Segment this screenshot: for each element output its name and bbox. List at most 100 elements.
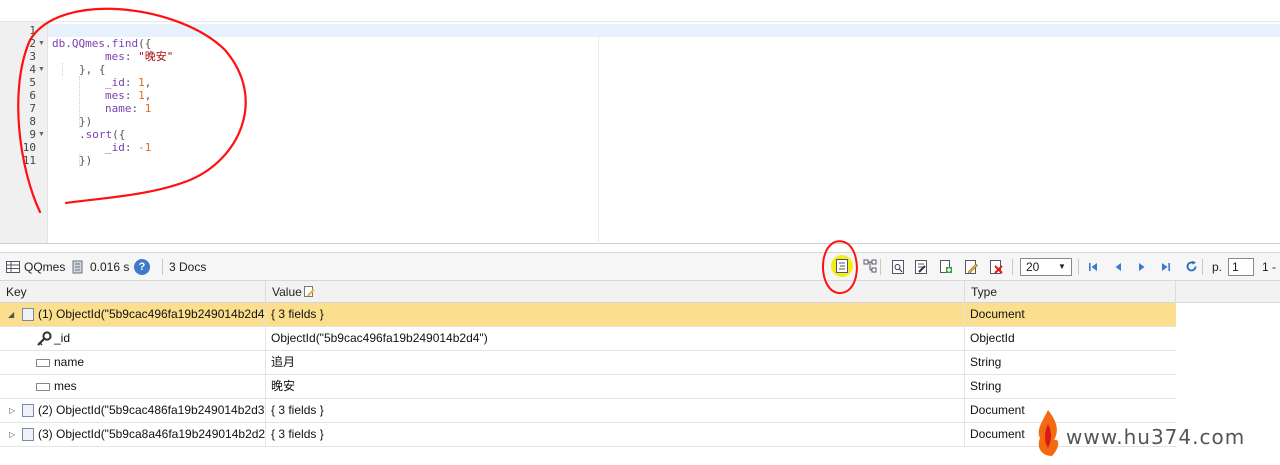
results-grid-header: Key Value Type bbox=[0, 281, 1280, 303]
row-key: (2) ObjectId("5b9cac486fa19b249014b2d3") bbox=[38, 403, 266, 417]
code-line-5: _id: 1, bbox=[105, 76, 151, 89]
key-cell: ◢ (1) ObjectId("5b9cac496fa19b249014b2d4… bbox=[0, 303, 266, 326]
code-line-10: _id: -1 bbox=[105, 141, 151, 154]
column-header-key[interactable]: Key bbox=[0, 281, 266, 303]
page-range: 1 - 3 bbox=[1262, 260, 1280, 274]
key-cell: _id bbox=[0, 327, 266, 350]
table-row[interactable]: ◢ (1) ObjectId("5b9cac496fa19b249014b2d4… bbox=[0, 303, 1176, 327]
key-cell: mes bbox=[0, 375, 266, 398]
line-number: 1 bbox=[29, 24, 36, 37]
fold-arrow-icon[interactable]: ▼ bbox=[38, 128, 45, 141]
key-cell: ▷ (3) ObjectId("5b9ca8a46fa19b249014b2d2… bbox=[0, 423, 266, 446]
code-token: . bbox=[105, 37, 112, 50]
last-page-icon[interactable] bbox=[1161, 261, 1171, 273]
line-number: 11 bbox=[22, 154, 36, 167]
toolbar-separator bbox=[1012, 259, 1013, 275]
line-number: 5 bbox=[29, 76, 36, 89]
expand-arrow-icon[interactable]: ▷ bbox=[9, 423, 15, 446]
string-field-icon bbox=[36, 359, 50, 367]
column-header-type[interactable]: Type bbox=[965, 281, 1176, 303]
first-page-icon[interactable] bbox=[1088, 261, 1098, 273]
code-line-11: }) bbox=[79, 154, 93, 167]
add-document-icon[interactable] bbox=[939, 260, 953, 274]
code-line-6: mes: 1, bbox=[105, 89, 151, 102]
code-line-4: }, { bbox=[79, 63, 106, 76]
refresh-icon[interactable] bbox=[1185, 260, 1198, 273]
code-token: ({ bbox=[138, 37, 152, 50]
active-line-highlight bbox=[48, 24, 1280, 37]
code-line-9: .sort({ bbox=[79, 128, 125, 141]
top-strip bbox=[0, 0, 1280, 22]
value-cell: ObjectId("5b9cac496fa19b249014b2d4") bbox=[266, 327, 965, 350]
line-number-gutter: 1 2 ▼ 3 4 ▼ 5 6 7 8 9 ▼ 10 11 bbox=[0, 22, 48, 243]
code-token: : bbox=[124, 76, 139, 89]
stopwatch-icon bbox=[72, 260, 83, 274]
code-line-8: }) bbox=[79, 115, 93, 128]
code-token: QQmes bbox=[71, 37, 105, 50]
column-header-value[interactable]: Value bbox=[266, 281, 965, 303]
help-icon[interactable]: ? bbox=[134, 259, 150, 275]
type-cell: Document bbox=[970, 403, 1025, 417]
query-editor[interactable]: 1 2 ▼ 3 4 ▼ 5 6 7 8 9 ▼ 10 11 db.QQmes.f… bbox=[0, 22, 1280, 244]
edit-pencil-icon[interactable] bbox=[964, 260, 978, 274]
column-header-value-label: Value bbox=[272, 285, 302, 299]
page-number-input[interactable]: 1 bbox=[1228, 258, 1254, 276]
edit-column-icon bbox=[304, 286, 315, 297]
toolbar-separator bbox=[1078, 259, 1079, 275]
line-number: 9 bbox=[29, 128, 36, 141]
code-token: mes bbox=[105, 89, 125, 102]
code-token: 1 bbox=[138, 76, 145, 89]
row-key: mes bbox=[54, 379, 77, 393]
code-token: -1 bbox=[138, 141, 152, 154]
docs-count: 3 Docs bbox=[169, 260, 207, 274]
code-line-7: name: 1 bbox=[105, 102, 151, 115]
table-row[interactable]: mes 晚安 String bbox=[0, 375, 1176, 399]
code-token: db bbox=[52, 37, 66, 50]
view-document-icon[interactable] bbox=[891, 260, 905, 274]
line-number: 3 bbox=[29, 50, 36, 63]
toolbar-separator bbox=[1202, 259, 1203, 275]
code-token: 1 bbox=[138, 89, 145, 102]
value-cell: 追月 bbox=[266, 351, 965, 374]
key-cell: name bbox=[0, 351, 266, 374]
code-token: "晚安" bbox=[138, 50, 174, 63]
line-number: 4 bbox=[29, 63, 36, 76]
table-view-icon[interactable] bbox=[6, 260, 20, 274]
delete-document-icon[interactable] bbox=[989, 260, 1003, 274]
type-cell: String bbox=[970, 379, 1002, 393]
json-view-icon[interactable] bbox=[863, 259, 877, 273]
row-key: name bbox=[54, 355, 85, 369]
value-cell: { 3 fields } bbox=[266, 423, 965, 446]
edit-document-icon[interactable] bbox=[914, 260, 928, 274]
fold-arrow-icon[interactable]: ▼ bbox=[38, 63, 45, 76]
value-cell: 晚安 bbox=[266, 375, 965, 398]
type-cell: String bbox=[970, 355, 1002, 369]
code-line-2: db.QQmes.find({ bbox=[52, 37, 151, 50]
document-icon bbox=[22, 404, 34, 417]
collection-name: QQmes bbox=[24, 260, 66, 274]
dropdown-arrow-icon[interactable]: ▼ bbox=[1058, 259, 1066, 275]
expand-arrow-icon[interactable]: ▷ bbox=[9, 399, 15, 422]
code-token: , bbox=[144, 76, 152, 89]
table-row[interactable]: ▷ (2) ObjectId("5b9cac486fa19b249014b2d3… bbox=[0, 399, 1176, 423]
watermark-text: www.hu374.com bbox=[1066, 425, 1246, 449]
code-line-3: mes: "晚安" bbox=[105, 50, 173, 63]
document-icon bbox=[22, 308, 34, 321]
previous-page-icon[interactable] bbox=[1113, 261, 1123, 273]
line-number: 10 bbox=[22, 141, 36, 154]
code-token: find bbox=[111, 37, 139, 50]
tree-view-icon[interactable] bbox=[835, 259, 849, 273]
row-key: (3) ObjectId("5b9ca8a46fa19b249014b2d2") bbox=[38, 427, 266, 441]
editor-divider bbox=[598, 36, 599, 244]
table-row[interactable]: ▷ (3) ObjectId("5b9ca8a46fa19b249014b2d2… bbox=[0, 423, 1176, 447]
collapse-arrow-icon[interactable]: ◢ bbox=[8, 303, 14, 326]
toolbar-separator bbox=[880, 259, 881, 275]
code-token: , bbox=[144, 89, 152, 102]
next-page-icon[interactable] bbox=[1137, 261, 1147, 273]
type-cell: ObjectId bbox=[970, 331, 1015, 345]
code-token: mes bbox=[105, 50, 125, 63]
table-row[interactable]: name 追月 String bbox=[0, 351, 1176, 375]
fold-arrow-icon[interactable]: ▼ bbox=[38, 37, 45, 50]
table-row[interactable]: _id ObjectId("5b9cac496fa19b249014b2d4")… bbox=[0, 327, 1176, 351]
row-key: (1) ObjectId("5b9cac496fa19b249014b2d4") bbox=[38, 307, 266, 321]
